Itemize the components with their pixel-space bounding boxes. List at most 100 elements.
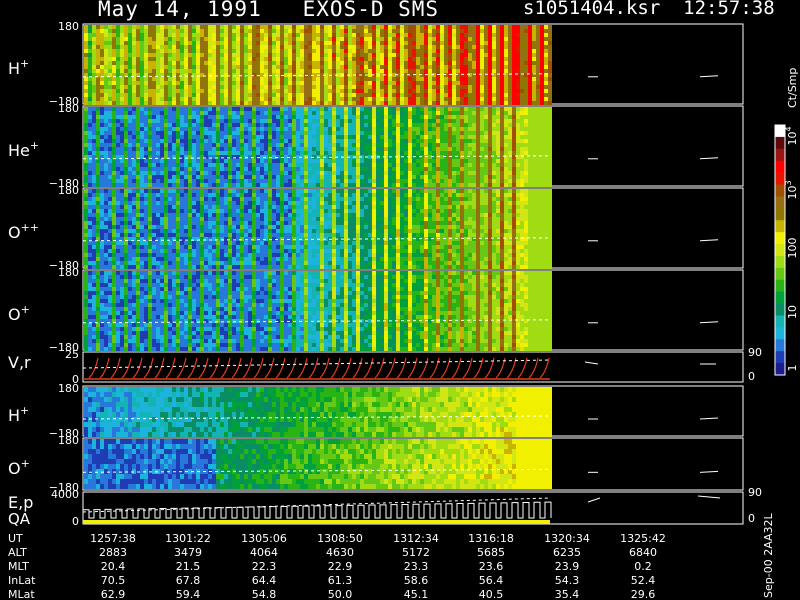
table-cell: 50.0 (328, 588, 353, 600)
table-cell: 58.6 (404, 574, 429, 587)
table-row-mlat: MLat 62.9 59.4 54.8 50.0 45.1 40.5 35.4 29.6 (8, 588, 655, 600)
spectrogram-chart: H+180−180He+180−180O++180−180O+180−180V,… (8, 20, 799, 600)
colorbar: Ct/Smp 1 10 100 103 104 (774, 68, 799, 376)
colorbar-unit: Ct/Smp (786, 68, 799, 108)
table-cell: 1301:22 (165, 532, 211, 545)
y-tick-top: 180 (58, 102, 79, 115)
colorbar-tick-label: 1 (786, 365, 799, 372)
colorbar-tick-label: 103 (784, 180, 799, 199)
colorbar-segment (775, 279, 785, 293)
panel-species-label: O+ (8, 303, 30, 324)
table-cell: 54.8 (252, 588, 277, 600)
table-cell: 0.2 (634, 560, 652, 573)
panel-opp (82, 187, 744, 269)
panel-species-label: He+ (8, 139, 39, 160)
table-cell: 29.6 (631, 588, 656, 600)
panel-species-label: H+ (8, 404, 29, 425)
right-tick-top: 90 (748, 346, 762, 359)
table-cell: 5685 (477, 546, 505, 559)
right-tick-bottom: 0 (748, 370, 755, 383)
table-cell: 61.3 (328, 574, 353, 587)
table-cell: 4064 (250, 546, 278, 559)
row-label: UT (8, 532, 23, 545)
row-label: InLat (8, 574, 36, 587)
table-cell: 1320:34 (544, 532, 590, 545)
table-cell: 6235 (553, 546, 581, 559)
colorbar-segment (775, 136, 785, 150)
row-label: MLT (8, 560, 29, 573)
table-cell: 1305:06 (241, 532, 287, 545)
table-cell: 40.5 (479, 588, 504, 600)
y-tick-top: 180 (58, 184, 79, 197)
table-cell: 23.6 (479, 560, 504, 573)
colorbar-segment (775, 244, 785, 257)
panel-label-opp: O++180−180 (8, 184, 79, 272)
colorbar-segment (775, 351, 785, 364)
colorbar-segment (775, 220, 785, 233)
panel-species-label: O+ (8, 457, 30, 478)
colorbar-tick-label: 104 (784, 126, 799, 145)
colorbar-segment (775, 232, 785, 245)
panel-label-o2: O+180−180 (8, 434, 79, 494)
colorbar-segment (775, 148, 785, 162)
table-cell: 6840 (629, 546, 657, 559)
panel-o2 (82, 437, 744, 491)
colorbar-tick-label: 100 (786, 238, 799, 259)
right-tick-bottom: 0 (748, 512, 755, 525)
colorbar-segment (775, 303, 785, 316)
colorbar-segment (775, 160, 785, 174)
panel-he (82, 105, 744, 187)
spectrogram-panels (82, 23, 744, 525)
table-row-alt: ALT 2883 3479 4064 4630 5172 5685 6235 6840 (8, 546, 657, 559)
table-cell: 54.3 (555, 574, 580, 587)
y-tick-top: 25 (65, 348, 79, 361)
table-cell: 67.8 (176, 574, 201, 587)
y-tick-bottom: 0 (72, 515, 79, 528)
colorbar-segment (775, 291, 785, 305)
table-cell: 62.9 (101, 588, 126, 600)
colorbar-segment (775, 339, 785, 352)
footer-note: Sep-00 2AA32L (762, 512, 775, 598)
panel-h2 (82, 385, 744, 437)
y-tick-top: 180 (58, 266, 79, 279)
panel-species-label: H+ (8, 57, 29, 78)
table-cell: 4630 (326, 546, 354, 559)
colorbar-segment (775, 315, 785, 328)
panel-species-label: O++ (8, 221, 39, 242)
table-cell: 5172 (402, 546, 430, 559)
orbit-table: UT 1257:38 1301:22 1305:06 1308:50 1312:34 131… (8, 512, 775, 600)
qa-label: QA (8, 510, 31, 528)
panel-h (82, 23, 744, 105)
panel-label-h2: H+180−180 (8, 382, 79, 440)
row-label: ALT (8, 546, 27, 559)
panel-op (82, 269, 744, 351)
table-cell: 2883 (99, 546, 127, 559)
table-cell: 23.9 (555, 560, 580, 573)
y-tick-top: 180 (58, 382, 79, 395)
table-row-inlat: InLat 70.5 67.8 64.4 61.3 58.6 56.4 54.3 52.4 (8, 574, 655, 587)
panel-label-he: He+180−180 (8, 102, 79, 190)
table-cell: 64.4 (252, 574, 277, 587)
panel-label-op: O+180−180 (8, 266, 79, 354)
panel-frame (82, 351, 744, 383)
table-cell: 70.5 (101, 574, 126, 587)
table-cell: 52.4 (631, 574, 656, 587)
table-cell: 3479 (174, 546, 202, 559)
colorbar-segment (775, 255, 785, 269)
right-tick-top: 90 (748, 486, 762, 499)
table-cell: 21.5 (176, 560, 201, 573)
colorbar-tick-label: 10 (786, 305, 799, 319)
table-cell: 59.4 (176, 588, 201, 600)
table-cell: 1312:34 (393, 532, 439, 545)
colorbar-segment (775, 327, 785, 340)
table-cell: 1308:50 (317, 532, 363, 545)
qa-bar (83, 520, 550, 524)
table-cell: 56.4 (479, 574, 504, 587)
row-label: MLat (8, 588, 35, 600)
y-tick-top: 4000 (51, 488, 79, 501)
table-cell: 1325:42 (620, 532, 666, 545)
y-tick-top: 180 (58, 434, 79, 447)
colorbar-segment (775, 363, 785, 376)
colorbar-segment (775, 267, 785, 281)
panel-vr (82, 351, 744, 383)
